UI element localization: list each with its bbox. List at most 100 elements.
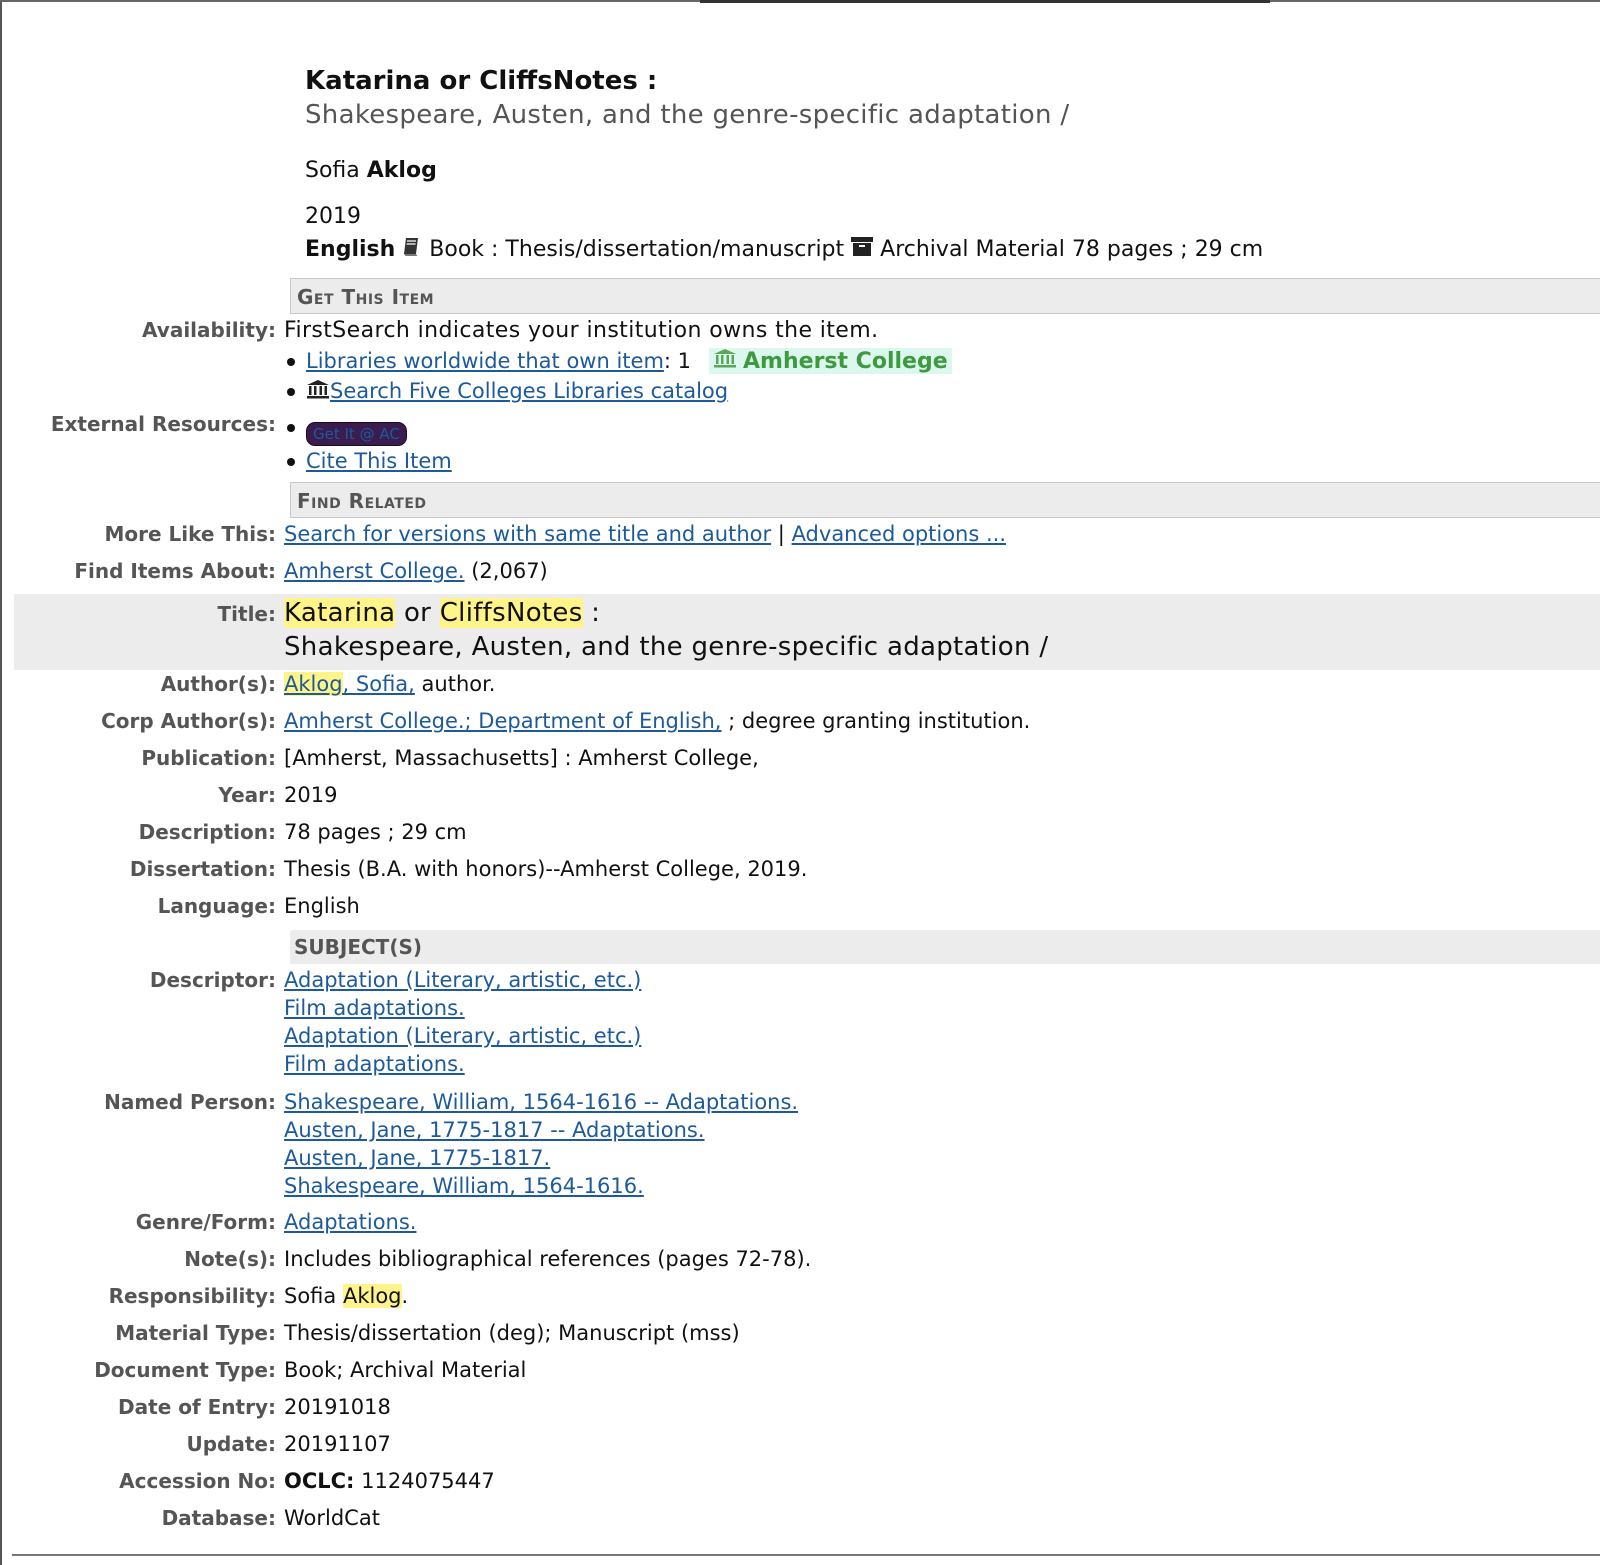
material-type-value: Thesis/dissertation (deg); Manuscript (m… xyxy=(284,1321,740,1345)
named-person-link[interactable]: Austen, Jane, 1775-1817. xyxy=(284,1146,798,1174)
frame-top-tab xyxy=(700,0,1270,3)
description-label: Description: xyxy=(138,820,276,844)
more-like-this-row: More Like This: Search for versions with… xyxy=(0,522,1600,546)
external-resources-label: External Resources: xyxy=(50,412,276,436)
responsibility-first: Sofia xyxy=(284,1284,343,1308)
availability-row: Availability: FirstSearch indicates your… xyxy=(0,318,1600,406)
responsibility-last-highlight: Aklog xyxy=(342,1284,402,1308)
descriptor-row: Descriptor: Adaptation (Literary, artist… xyxy=(0,968,1600,1080)
descriptor-link[interactable]: Adaptation (Literary, artistic, etc.) xyxy=(284,968,641,996)
external-resources-value: Get It @ AC Cite This Item xyxy=(284,412,452,476)
author-role: author. xyxy=(414,672,496,696)
header-author-last: Aklog xyxy=(366,158,437,183)
named-person-link[interactable]: Shakespeare, William, 1564-1616. xyxy=(284,1174,798,1202)
library-building-icon xyxy=(713,348,737,374)
availability-label: Availability: xyxy=(142,318,276,342)
availability-list: Libraries worldwide that own item : 1 Am… xyxy=(284,346,952,406)
cite-item: Cite This Item xyxy=(284,446,452,476)
update-label: Update: xyxy=(186,1432,277,1456)
descriptor-link[interactable]: Adaptation (Literary, artistic, etc.) xyxy=(284,1024,641,1052)
header-title: Katarina or CliffsNotes : xyxy=(305,66,658,96)
responsibility-label: Responsibility: xyxy=(108,1284,276,1308)
authors-label: Author(s): xyxy=(160,672,276,696)
title-label: Title: xyxy=(217,602,276,626)
authors-row: Author(s): Aklog, Sofia, author. xyxy=(0,672,1600,696)
descriptor-label: Descriptor: xyxy=(149,968,276,992)
libraries-worldwide-link[interactable]: Libraries worldwide that own item xyxy=(306,349,664,373)
corp-author-link[interactable]: Amherst College.; Department of English, xyxy=(284,709,721,733)
more-like-this-label: More Like This: xyxy=(104,522,276,546)
book-icon xyxy=(401,235,423,263)
frame-bottom-border xyxy=(12,1554,1600,1556)
dissertation-value: Thesis (B.A. with honors)--Amherst Colle… xyxy=(284,857,808,881)
title-word-katarina: Katarina xyxy=(284,598,396,628)
accession-value: OCLC: 1124075447 xyxy=(284,1469,495,1493)
publication-row: Publication: [Amherst, Massachusetts] : … xyxy=(0,746,1600,770)
author-first: , Sofia, xyxy=(342,672,415,696)
notes-row: Note(s): Includes bibliographical refere… xyxy=(0,1247,1600,1271)
authors-value: Aklog, Sofia, author. xyxy=(284,672,496,696)
get-it-at-ac-button[interactable]: Get It @ AC xyxy=(306,422,407,446)
year-value: 2019 xyxy=(284,783,338,807)
description-value: 78 pages ; 29 cm xyxy=(284,820,467,844)
genre-label: Genre/Form: xyxy=(135,1210,276,1234)
title-word-cliffsnotes: CliffsNotes xyxy=(439,598,583,628)
genre-link[interactable]: Adaptations. xyxy=(284,1210,416,1234)
named-person-link[interactable]: Austen, Jane, 1775-1817 -- Adaptations. xyxy=(284,1118,798,1146)
database-label: Database: xyxy=(161,1506,276,1530)
accession-number: 1124075447 xyxy=(354,1469,495,1493)
record-header: Katarina or CliffsNotes : Shakespeare, A… xyxy=(305,66,1585,264)
header-format-line: English Book : Thesis/dissertation/manus… xyxy=(305,234,1585,264)
external-resources-row: External Resources: Get It @ AC Cite Thi… xyxy=(0,412,1600,476)
same-title-author-link[interactable]: Search for versions with same title and … xyxy=(284,522,771,546)
find-items-about-row: Find Items About: Amherst College. (2,06… xyxy=(0,559,1600,583)
named-person-link[interactable]: Shakespeare, William, 1564-1616 -- Adapt… xyxy=(284,1090,798,1118)
author-last-highlight: Aklog xyxy=(284,672,343,696)
availability-text: FirstSearch indicates your institution o… xyxy=(284,318,879,343)
header-format-book: Book : Thesis/dissertation/manuscript xyxy=(429,236,845,262)
title-line-2: Shakespeare, Austen, and the genre-speci… xyxy=(284,632,1049,662)
material-type-row: Material Type: Thesis/dissertation (deg)… xyxy=(0,1321,1600,1345)
find-items-about-label: Find Items About: xyxy=(74,559,276,583)
advanced-options-link[interactable]: Advanced options ... xyxy=(792,522,1006,546)
more-like-this-separator: | xyxy=(771,522,792,546)
descriptor-link[interactable]: Film adaptations. xyxy=(284,996,641,1024)
section-get-this-item: Get This Item xyxy=(290,278,1600,314)
accession-row: Accession No: OCLC: 1124075447 xyxy=(0,1469,1600,1493)
genre-value: Adaptations. xyxy=(284,1210,416,1234)
language-label: Language: xyxy=(157,894,276,918)
author-link[interactable]: Aklog, Sofia, xyxy=(284,672,415,696)
title-row: Title: Katarina or CliffsNotes : Shakesp… xyxy=(0,598,1600,666)
archive-box-icon xyxy=(850,235,874,263)
availability-value: FirstSearch indicates your institution o… xyxy=(284,318,952,406)
corp-authors-row: Corp Author(s): Amherst College.; Depart… xyxy=(0,709,1600,733)
find-items-count: (2,067) xyxy=(464,559,548,583)
year-label: Year: xyxy=(218,783,276,807)
search-five-colleges-link[interactable]: Search Five Colleges Libraries catalog xyxy=(330,379,728,403)
update-row: Update: 20191107 xyxy=(0,1432,1600,1456)
update-value: 20191107 xyxy=(284,1432,391,1456)
descriptor-list: Adaptation (Literary, artistic, etc.) Fi… xyxy=(284,968,641,1080)
section-find-related: Find Related xyxy=(290,482,1600,518)
availability-libraries-item: Libraries worldwide that own item : 1 Am… xyxy=(284,346,952,376)
title-word-or: or xyxy=(395,598,440,628)
cite-this-item-link[interactable]: Cite This Item xyxy=(306,449,452,473)
amherst-college-subject-link[interactable]: Amherst College. xyxy=(284,559,465,583)
description-row: Description: 78 pages ; 29 cm xyxy=(0,820,1600,844)
dissertation-row: Dissertation: Thesis (B.A. with honors)-… xyxy=(0,857,1600,881)
header-format-archival: Archival Material 78 pages ; 29 cm xyxy=(880,236,1264,262)
responsibility-value: Sofia Aklog. xyxy=(284,1284,408,1308)
header-language: English xyxy=(305,236,396,262)
publication-value: [Amherst, Massachusetts] : Amherst Colle… xyxy=(284,746,759,770)
owner-badge: Amherst College xyxy=(709,348,952,374)
notes-label: Note(s): xyxy=(184,1247,276,1271)
document-type-row: Document Type: Book; Archival Material xyxy=(0,1358,1600,1382)
owner-name: Amherst College xyxy=(743,348,948,374)
title-value: Katarina or CliffsNotes : Shakespeare, A… xyxy=(284,598,1048,666)
header-author-first: Sofia xyxy=(305,158,360,183)
availability-catalog-item: Search Five Colleges Libraries catalog xyxy=(284,376,952,406)
external-resources-list: Get It @ AC Cite This Item xyxy=(284,412,452,476)
descriptor-link[interactable]: Film adaptations. xyxy=(284,1052,641,1080)
publication-label: Publication: xyxy=(141,746,276,770)
named-person-row: Named Person: Shakespeare, William, 1564… xyxy=(0,1090,1600,1202)
